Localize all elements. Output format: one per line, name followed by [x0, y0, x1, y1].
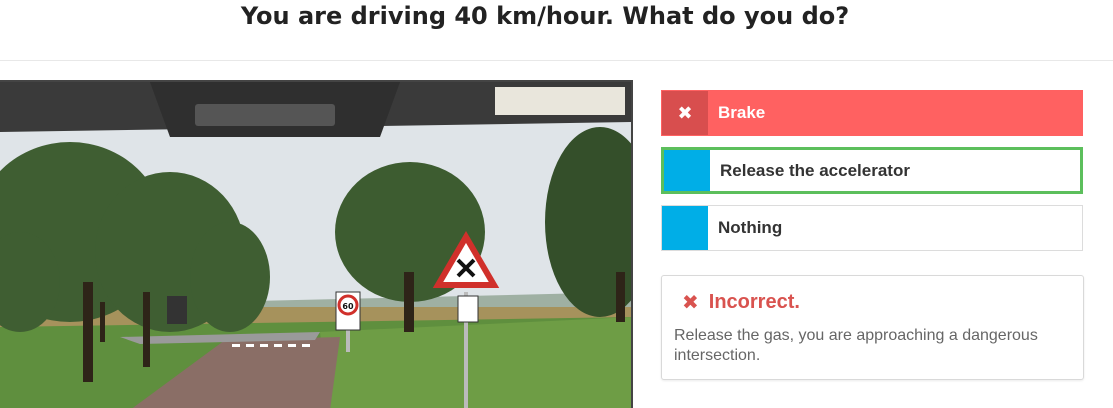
answer-label: Release the accelerator [720, 160, 910, 180]
answer-marker [662, 206, 708, 250]
svg-text:60: 60 [342, 302, 354, 311]
answer-option-brake[interactable]: ✖ Brake [661, 90, 1083, 136]
answer-marker [664, 150, 710, 191]
answer-label: Nothing [718, 218, 783, 237]
answer-option-nothing[interactable]: Nothing [661, 205, 1083, 251]
driving-scene-image: 60 [0, 80, 633, 408]
question-title: You are driving 40 km/hour. What do you … [240, 2, 850, 30]
header-divider [0, 60, 1113, 61]
feedback-panel: ✖ Incorrect. Release the gas, you are ap… [661, 275, 1084, 380]
answer-label: Brake [718, 103, 766, 122]
close-icon: ✖ [662, 91, 708, 135]
close-icon: ✖ [682, 290, 699, 314]
feedback-status: Incorrect. [708, 290, 800, 313]
answer-option-release-accelerator[interactable]: Release the accelerator [661, 147, 1083, 194]
feedback-message: Release the gas, you are approaching a d… [674, 327, 1038, 364]
